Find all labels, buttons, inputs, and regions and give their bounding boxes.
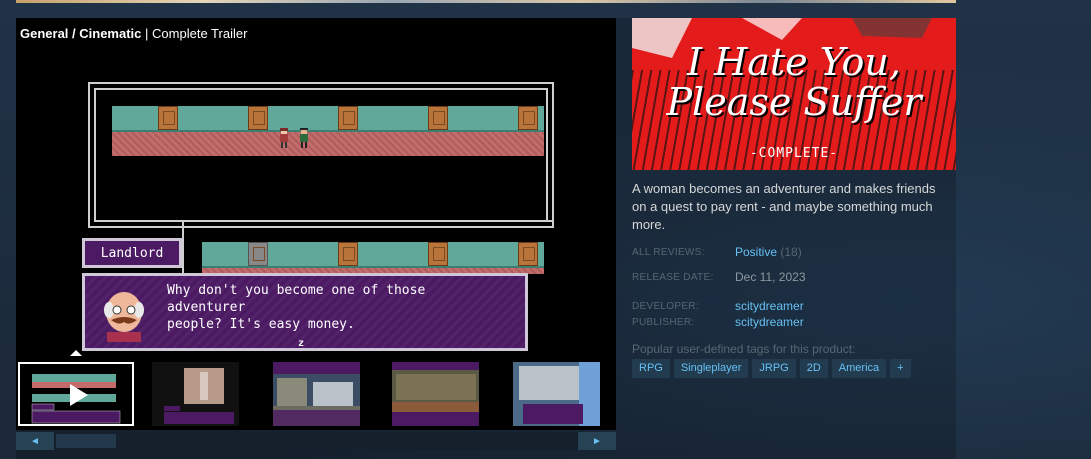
developer-link[interactable]: scitydreamer [735,299,804,313]
arrow-right-icon: ► [592,435,602,447]
scroll-right-button[interactable]: ► [578,432,616,450]
speaker-name: Landlord [100,245,164,261]
scene-hallway-lower [202,242,544,274]
speaker-name-box: Landlord [82,238,182,268]
thumbnail-scrollbar[interactable] [16,432,616,450]
publisher-link[interactable]: scitydreamer [735,315,804,329]
capsule-title-line-2: Please Suffer [666,80,922,124]
tag-list: RPG Singleplayer JRPG 2D America + [632,359,911,378]
tag-jrpg[interactable]: JRPG [752,359,796,378]
video-player[interactable]: General / Cinematic | Complete Trailer L… [16,18,616,356]
video-category: General / Cinematic [20,26,142,41]
landlord-portrait [99,288,149,342]
dialog-line-1: Why don't you become one of those advent… [167,283,426,315]
arrow-left-icon: ◄ [30,435,40,447]
release-date-label: RELEASE DATE: [632,272,714,283]
tags-heading: Popular user-defined tags for this produ… [632,342,856,356]
dialog-line-2: people? It's easy money. [167,317,355,332]
thumbnail-scrollbar-handle[interactable] [56,434,116,448]
play-icon [70,384,88,406]
dialog-text: Why don't you become one of those advent… [167,282,507,333]
scene-hallway-upper [112,106,544,156]
scroll-left-button[interactable]: ◄ [16,432,54,450]
all-reviews-value[interactable]: Positive (18) [735,245,802,259]
video-name: Complete Trailer [152,26,248,41]
game-header-capsule[interactable]: I Hate You, Please Suffer -COMPLETE- [632,18,956,170]
media-thumbnail-strip [16,356,616,430]
landlord-sprite [298,128,310,148]
thumbnail-screenshot-1[interactable] [152,362,239,426]
tag-singleplayer[interactable]: Singleplayer [673,359,749,378]
tag-2d[interactable]: 2D [799,359,828,378]
publisher-label: PUBLISHER: [632,317,695,328]
thumbnail-screenshot-2[interactable] [273,362,360,426]
developer-label: DEVELOPER: [632,301,699,312]
capsule-title-line-1: I Hate You, [687,40,901,84]
add-tag-button[interactable]: + [890,359,911,378]
thumbnail-screenshot-4[interactable] [513,362,600,426]
all-reviews-label: ALL REVIEWS: [632,247,705,258]
capsule-title: I Hate You, Please Suffer [632,42,956,122]
player-sprite [278,128,290,148]
thumbnail-screenshot-3[interactable] [392,362,479,426]
advance-prompt: z [298,338,305,349]
tag-rpg[interactable]: RPG [632,359,670,378]
review-summary[interactable]: Positive [735,245,777,259]
video-title: General / Cinematic | Complete Trailer [20,26,247,41]
dialog-box: Why don't you become one of those advent… [82,273,528,351]
review-count: (18) [780,245,802,259]
video-title-separator: | [145,26,149,41]
thumbnail-video-trailer[interactable] [18,362,134,426]
game-description: A woman becomes an adventurer and makes … [632,181,936,232]
capsule-subtitle: -COMPLETE- [749,146,839,161]
tag-america[interactable]: America [831,359,887,378]
release-date-value: Dec 11, 2023 [735,270,806,284]
header-art-strip [16,0,956,3]
